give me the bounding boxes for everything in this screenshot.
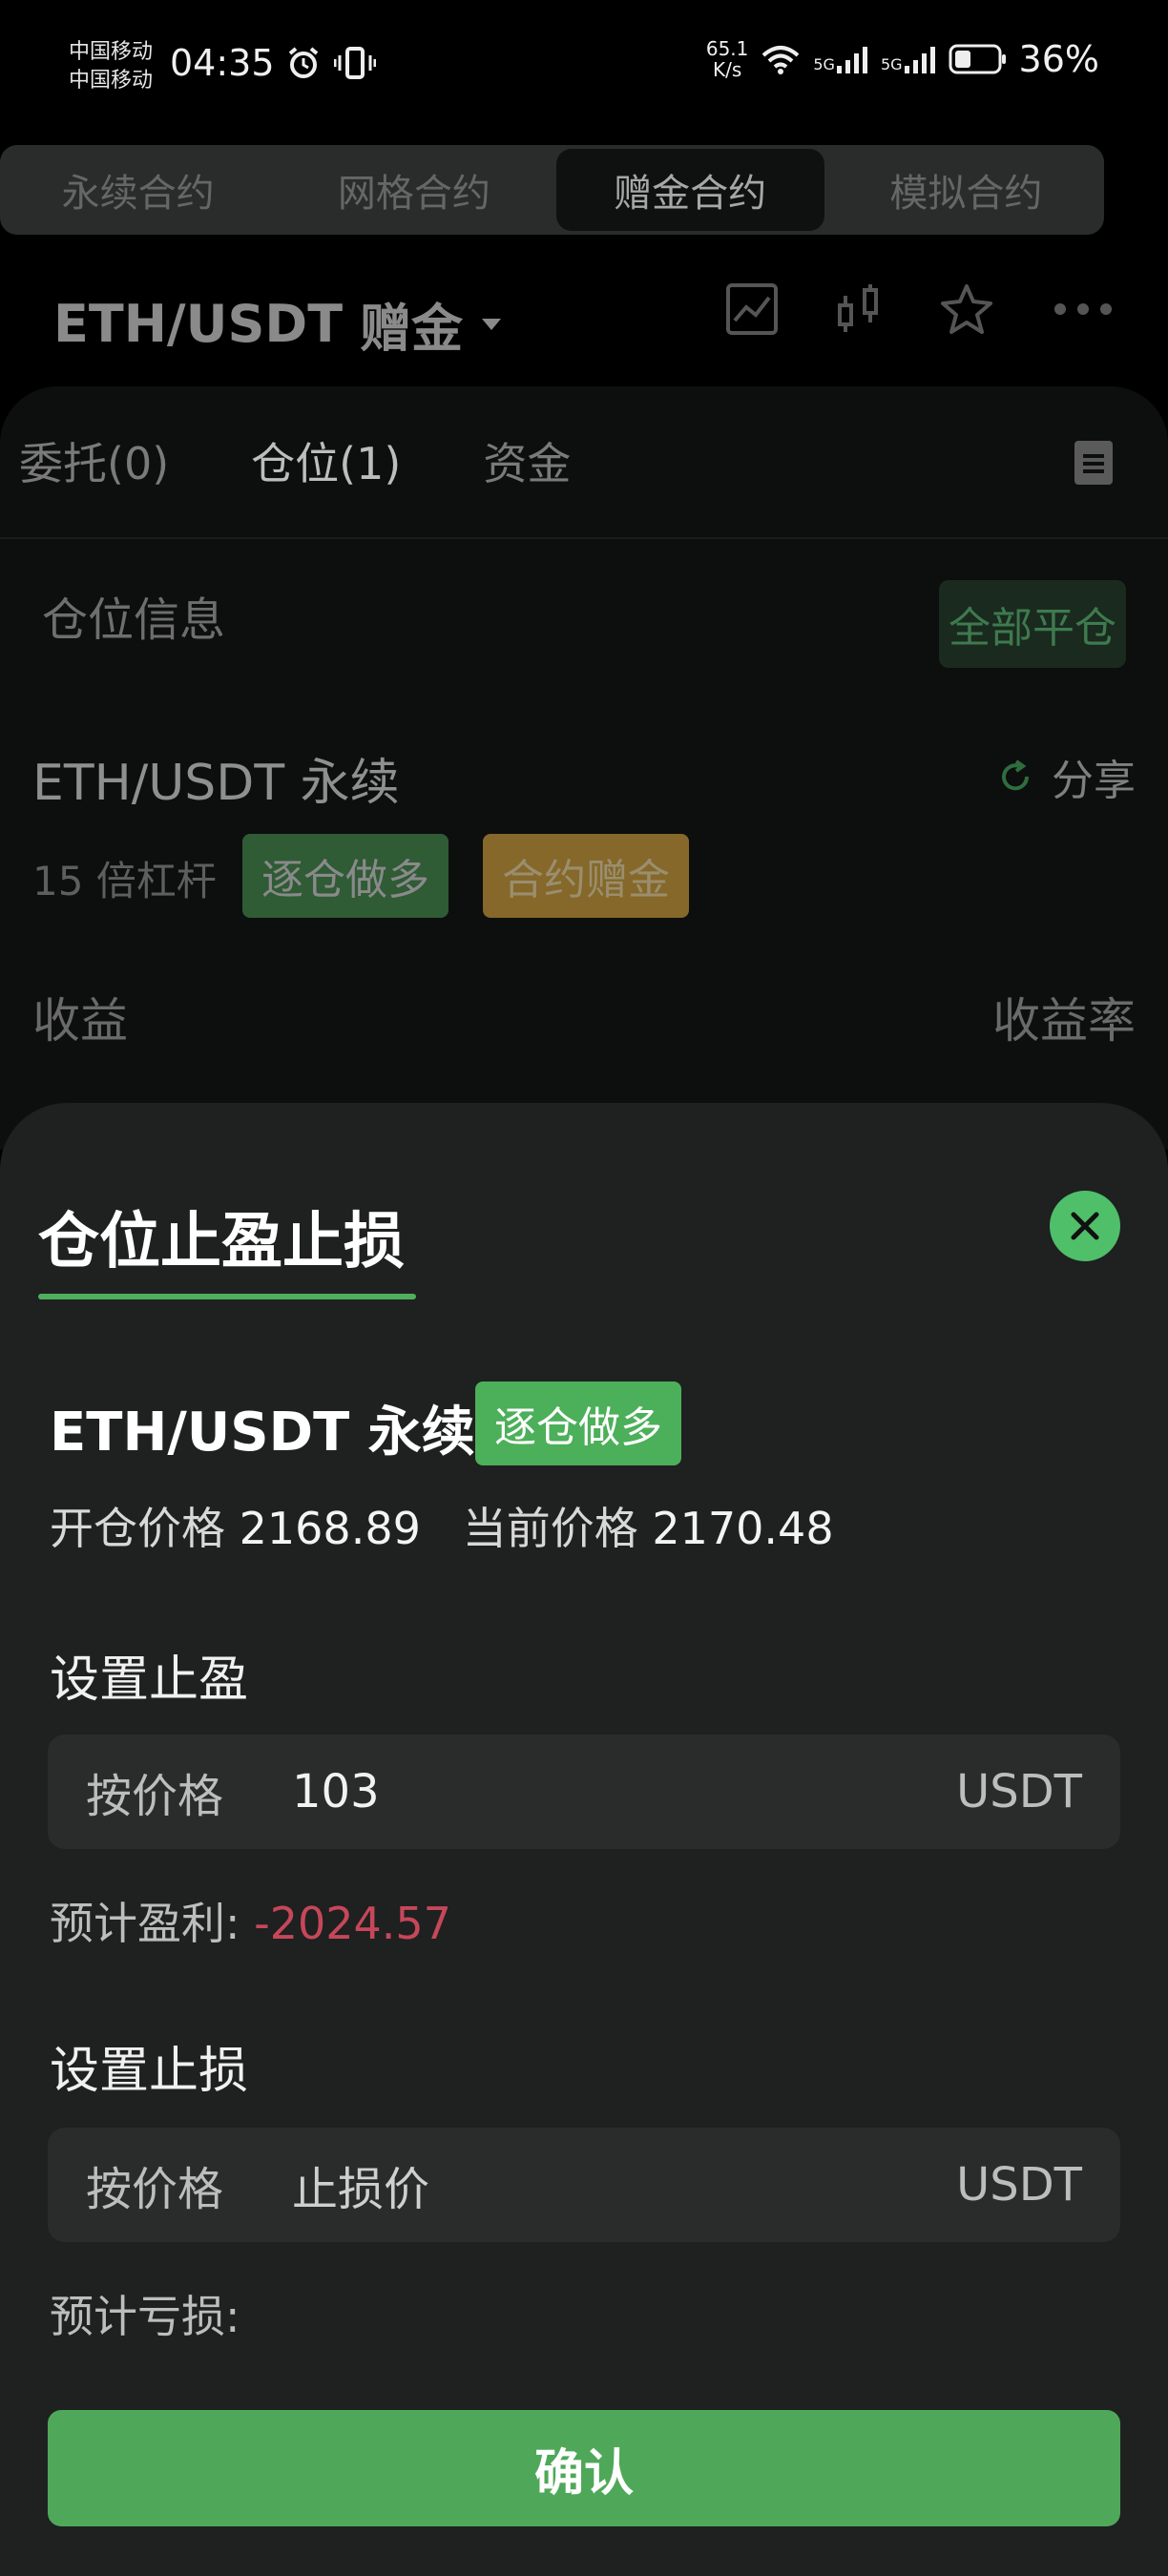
pair-mode: 赠金: [360, 299, 464, 359]
share-button[interactable]: 分享: [996, 746, 1136, 807]
stop-loss-input[interactable]: 止损价: [292, 2151, 956, 2218]
stop-loss-label: 设置止损: [50, 2043, 249, 2100]
signal-bars-icon: [836, 47, 867, 73]
net-speed-value: 65.1: [705, 37, 749, 60]
open-price-value: 2168.89: [239, 1503, 421, 1554]
tab-positions[interactable]: 仓位(1): [251, 429, 401, 492]
refresh-icon: [1002, 759, 1030, 791]
sl-unit: USDT: [956, 2158, 1082, 2212]
sheet-title: 仓位止盈止损: [38, 1207, 405, 1278]
signal-2: 5G: [881, 45, 937, 73]
list-menu-icon[interactable]: [1074, 441, 1113, 485]
battery-icon: [949, 44, 1006, 74]
carrier-2: 中国移动: [69, 69, 154, 93]
tab-orders[interactable]: 委托(0): [19, 429, 169, 492]
take-profit-field[interactable]: 按价格 103 USDT: [48, 1735, 1120, 1849]
tab-perpetual[interactable]: 永续合约: [4, 149, 272, 231]
tab-simulated[interactable]: 模拟合约: [832, 149, 1100, 231]
tab-funds[interactable]: 资金: [483, 429, 571, 492]
take-profit-label: 设置止盈: [50, 1652, 249, 1709]
tab-grid[interactable]: 网格合约: [280, 149, 548, 231]
open-price-label: 开仓价格: [50, 1503, 225, 1554]
more-icon[interactable]: [1052, 300, 1115, 319]
tab-bonus[interactable]: 赠金合约: [555, 149, 824, 231]
take-profit-input[interactable]: 103: [292, 1765, 956, 1818]
tp-unit: USDT: [956, 1765, 1082, 1818]
header-actions: [725, 282, 1115, 336]
wifi-icon: [762, 46, 800, 74]
status-icons: [286, 46, 376, 80]
tp-mode-label[interactable]: 按价格: [86, 1758, 292, 1825]
est-profit-value: -2024.57: [254, 1898, 451, 1949]
stop-loss-field[interactable]: 按价格 止损价 USDT: [48, 2128, 1120, 2242]
margin-mode-badge: 逐仓做多: [242, 834, 448, 918]
battery-percent: 36%: [1018, 38, 1099, 80]
vibrate-icon: [334, 47, 376, 79]
share-label: 分享: [1052, 757, 1136, 805]
title-underline: [38, 1294, 416, 1299]
est-loss: 预计亏损:: [50, 2282, 240, 2345]
est-profit-label: 预计盈利:: [50, 1898, 240, 1949]
pnl-rate-label: 收益率: [992, 993, 1136, 1049]
sl-mode-label[interactable]: 按价格: [86, 2151, 292, 2218]
candlestick-icon[interactable]: [836, 282, 882, 336]
signal-bars-icon: [904, 47, 935, 73]
est-profit: 预计盈利: -2024.57: [50, 1889, 451, 1952]
signal-1: 5G: [813, 45, 869, 73]
chart-icon[interactable]: [725, 282, 779, 336]
divider: [0, 537, 1168, 539]
pair-name: ETH/USDT: [53, 294, 344, 354]
bonus-badge: 合约赠金: [483, 834, 689, 918]
pnl-label: 收益: [32, 993, 128, 1049]
carrier-labels: 中国移动 中国移动: [69, 38, 153, 95]
current-price-label: 当前价格: [462, 1503, 638, 1554]
caret-down-icon: [482, 318, 502, 330]
alarm-icon: [288, 47, 319, 78]
net-speed: 65.1 K/s: [706, 38, 749, 80]
star-icon[interactable]: [939, 282, 994, 336]
sub-tabs: 委托(0) 仓位(1) 资金: [19, 429, 571, 492]
carrier-1: 中国移动: [69, 40, 154, 64]
position-info-title: 仓位信息: [42, 593, 226, 647]
confirm-button[interactable]: 确认: [48, 2410, 1120, 2526]
pair-selector[interactable]: ETH/USDT 赠金: [53, 286, 502, 362]
current-price-value: 2170.48: [652, 1503, 834, 1554]
close-icon: [1071, 1212, 1099, 1240]
status-right: 65.1 K/s 5G 5G 36%: [706, 38, 1099, 80]
close-all-button[interactable]: 全部平仓: [939, 580, 1126, 668]
net-speed-unit: K/s: [712, 58, 742, 81]
est-loss-label: 预计亏损:: [50, 2291, 240, 2342]
sheet-margin-badge: 逐仓做多: [475, 1381, 681, 1465]
sheet-pair: ETH/USDT 永续: [50, 1402, 475, 1464]
leverage-label: 15 倍杠杆: [32, 858, 217, 904]
price-line: 开仓价格 2168.89 当前价格 2170.48: [50, 1494, 834, 1557]
signal-1-label: 5G: [813, 55, 835, 73]
signal-2-label: 5G: [880, 55, 903, 73]
contract-tabs: 永续合约 网格合约 赠金合约 模拟合约: [0, 145, 1104, 235]
clock: 04:35: [170, 42, 275, 84]
close-button[interactable]: [1050, 1191, 1120, 1261]
position-pair: ETH/USDT 永续: [32, 755, 400, 812]
